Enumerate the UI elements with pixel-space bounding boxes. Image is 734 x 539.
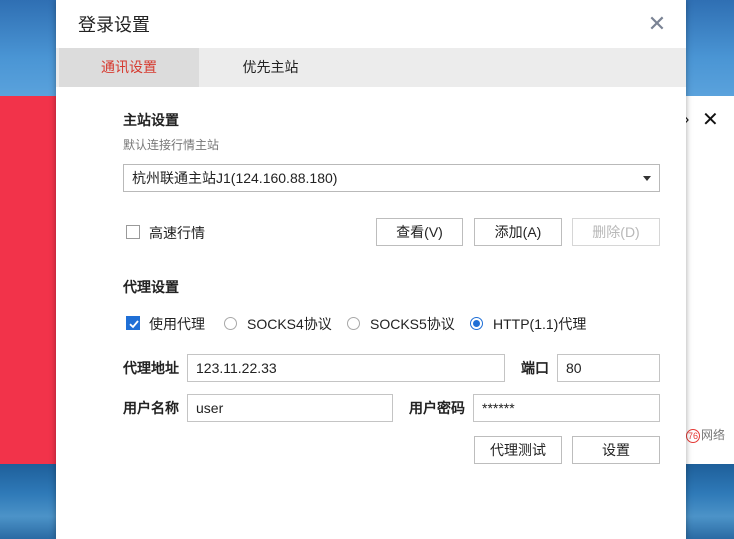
high-speed-label: 高速行情	[149, 225, 205, 241]
use-proxy-label: 使用代理	[149, 316, 205, 332]
username-input[interactable]	[187, 394, 393, 422]
delete-button[interactable]: 删除(D)	[572, 218, 660, 246]
use-proxy-checkbox[interactable]	[126, 316, 140, 330]
port-label: 端口	[521, 360, 549, 376]
login-settings-dialog: 登录设置 ✕ 通讯设置 优先主站 主站设置 默认连接行情主站 杭州联通主站J1(…	[56, 0, 686, 539]
network-badge-icon: 76	[686, 429, 700, 443]
password-label: 用户密码	[409, 400, 465, 416]
http-label: HTTP(1.1)代理	[493, 316, 587, 332]
chevron-down-icon	[643, 176, 651, 181]
network-text: 网络	[701, 428, 726, 442]
tab-preferred-station[interactable]: 优先主站	[199, 48, 342, 87]
view-button[interactable]: 查看(V)	[376, 218, 463, 246]
background-white-panel	[686, 96, 734, 464]
password-input[interactable]	[473, 394, 660, 422]
socks5-label: SOCKS5协议	[370, 316, 455, 332]
master-station-heading: 主站设置	[123, 112, 179, 128]
proxy-address-input[interactable]	[187, 354, 505, 382]
proxy-test-button[interactable]: 代理测试	[474, 436, 562, 464]
radio-socks4[interactable]	[224, 317, 237, 330]
background-close-icon[interactable]: ✕	[702, 110, 719, 130]
default-station-label: 默认连接行情主站	[123, 138, 220, 152]
high-speed-checkbox[interactable]	[126, 225, 140, 239]
dialog-title: 登录设置	[78, 15, 150, 35]
background-network-label: 76 网络	[686, 428, 725, 443]
username-label: 用户名称	[123, 400, 179, 416]
socks4-label: SOCKS4协议	[247, 316, 332, 332]
close-icon[interactable]: ✕	[646, 13, 668, 35]
add-button[interactable]: 添加(A)	[474, 218, 562, 246]
port-input[interactable]	[557, 354, 660, 382]
station-select-value: 杭州联通主站J1(124.160.88.180)	[132, 170, 338, 186]
station-select[interactable]: 杭州联通主站J1(124.160.88.180)	[123, 164, 660, 192]
checkmark-icon	[129, 320, 139, 329]
tab-communication-settings[interactable]: 通讯设置	[59, 48, 199, 87]
proxy-heading: 代理设置	[123, 279, 179, 295]
radio-http[interactable]	[470, 317, 483, 330]
tab-bar: 通讯设置 优先主站	[56, 48, 686, 87]
radio-socks5[interactable]	[347, 317, 360, 330]
proxy-address-label: 代理地址	[123, 360, 179, 376]
proxy-settings-button[interactable]: 设置	[572, 436, 660, 464]
